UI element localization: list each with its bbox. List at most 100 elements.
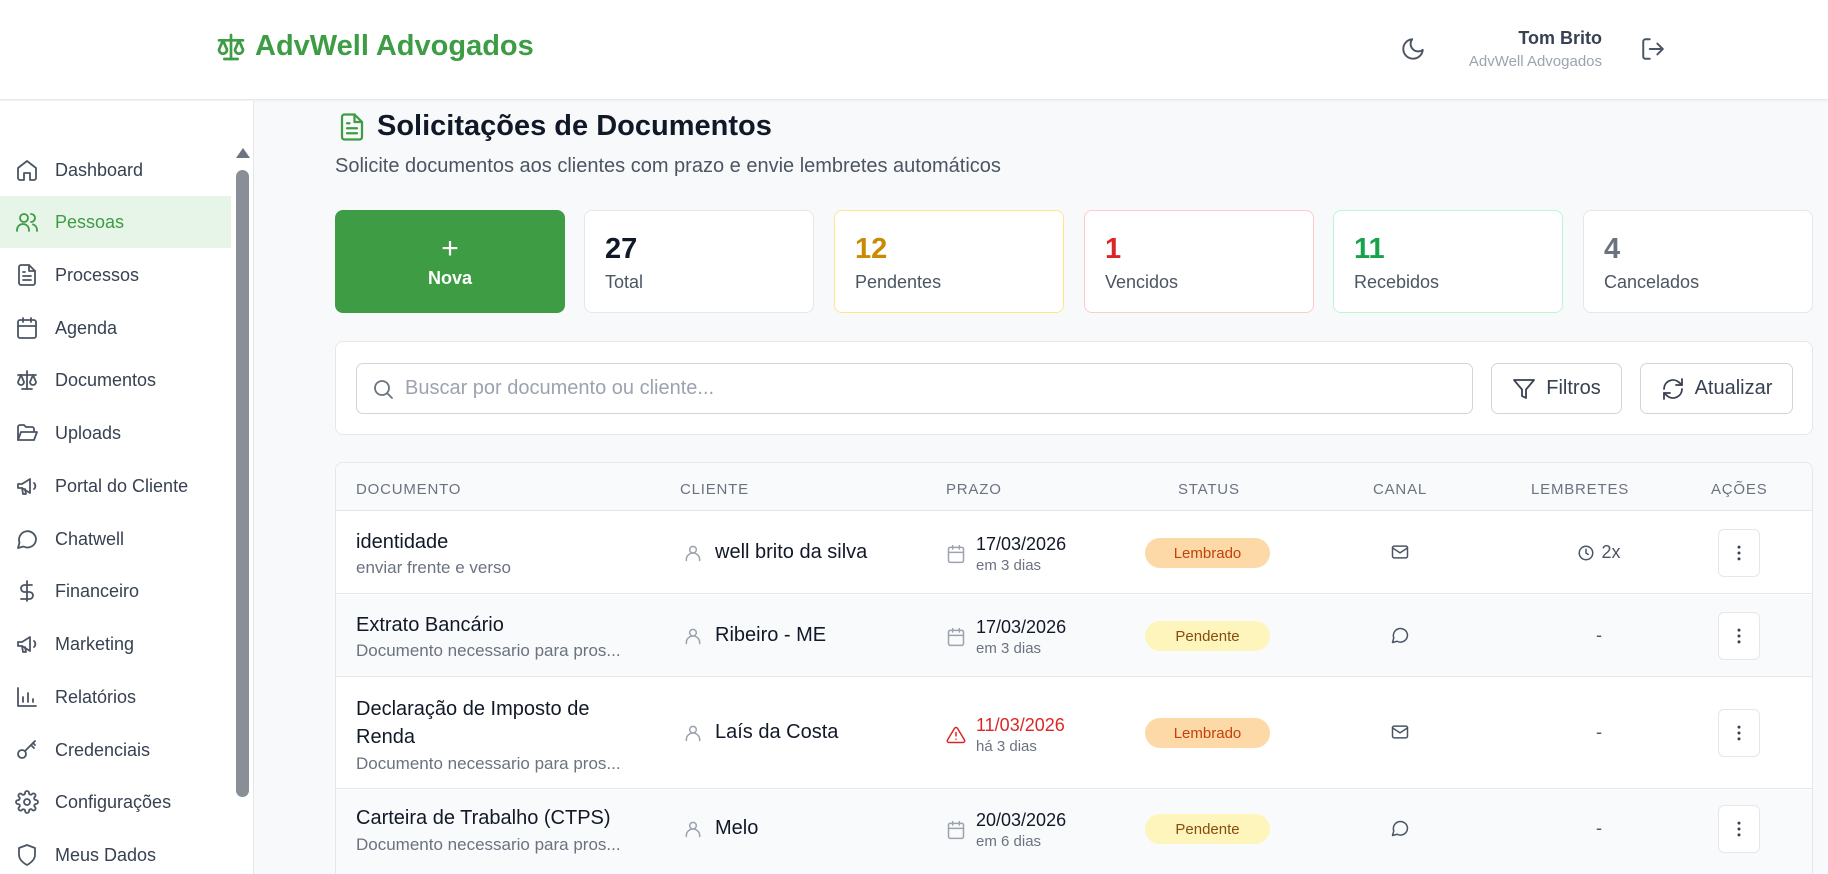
user-icon xyxy=(683,626,703,646)
user-info: Tom Brito AdvWell Advogados xyxy=(1469,28,1602,70)
calendar-icon xyxy=(946,627,966,647)
sidebar-item-agenda[interactable]: Agenda xyxy=(0,302,231,354)
sidebar-item-label: Marketing xyxy=(55,633,135,654)
stat-card-recebidos[interactable]: 11 Recebidos xyxy=(1333,210,1563,313)
sidebar-item-chatwell[interactable]: Chatwell xyxy=(0,513,231,565)
document-description: Documento necessario para pros... xyxy=(356,754,621,773)
deadline-date: 20/03/2026 xyxy=(976,810,1067,830)
sidebar-item-dashboard[interactable]: Dashboard xyxy=(0,144,231,196)
stat-value: 12 xyxy=(855,233,888,265)
stat-card-vencidos[interactable]: 1 Vencidos xyxy=(1084,210,1314,313)
page-title: Solicitações de Documentos xyxy=(377,110,772,142)
sidebar-item-credenciais[interactable]: Credenciais xyxy=(0,724,231,776)
stat-label: Cancelados xyxy=(1604,272,1700,292)
sidebar-item-uploads[interactable]: Uploads xyxy=(0,407,231,459)
brand-logo[interactable]: AdvWell Advogados xyxy=(215,30,534,63)
client-name: well brito da silva xyxy=(715,541,868,563)
column-header-canal: CANAL xyxy=(1373,481,1428,498)
search-icon xyxy=(371,377,395,401)
sidebar-item-label: Pessoas xyxy=(55,211,125,232)
reminders-count: - xyxy=(1596,818,1602,838)
deadline-date: 17/03/2026 xyxy=(976,617,1067,637)
requests-table: DOCUMENTO CLIENTE PRAZO STATUS CANAL LEM… xyxy=(335,462,1813,874)
deadline-date: 11/03/2026 xyxy=(976,715,1065,735)
sidebar-item-pessoas[interactable]: Pessoas xyxy=(0,196,231,248)
filters-label: Filtros xyxy=(1546,377,1601,399)
theme-toggle-button[interactable] xyxy=(1400,36,1428,64)
sidebar-item-configuracoes[interactable]: Configurações xyxy=(0,776,231,828)
plus-icon: + xyxy=(441,232,459,265)
row-actions-button[interactable] xyxy=(1718,612,1760,660)
table-row[interactable]: identidade enviar frente e verso well br… xyxy=(336,512,1812,594)
stat-value: 1 xyxy=(1105,233,1122,265)
logout-button[interactable] xyxy=(1640,36,1668,64)
scroll-up-arrow[interactable] xyxy=(236,148,250,158)
user-icon xyxy=(683,543,703,563)
stat-label: Recebidos xyxy=(1354,272,1440,292)
refresh-button[interactable]: Atualizar xyxy=(1640,363,1793,414)
row-actions-button[interactable] xyxy=(1718,709,1760,757)
column-header-cliente: CLIENTE xyxy=(680,481,749,498)
logout-icon xyxy=(1640,36,1668,62)
more-vertical-icon xyxy=(1729,819,1749,839)
row-actions-button[interactable] xyxy=(1718,529,1760,577)
sidebar-item-documentos[interactable]: Documentos xyxy=(0,354,231,406)
column-header-status: STATUS xyxy=(1178,481,1240,498)
message-circle-icon xyxy=(15,527,39,551)
megaphone-icon xyxy=(15,474,39,498)
gear-icon xyxy=(15,790,39,814)
client-cell: well brito da silva xyxy=(683,541,867,564)
sidebar-item-marketing[interactable]: Marketing xyxy=(0,618,231,670)
sidebar-item-relatorios[interactable]: Relatórios xyxy=(0,671,231,723)
table-row[interactable]: Carteira de Trabalho (CTPS) Documento ne… xyxy=(336,790,1812,874)
stat-value: 4 xyxy=(1604,233,1621,265)
filters-button[interactable]: Filtros xyxy=(1491,363,1622,414)
more-vertical-icon xyxy=(1729,723,1749,743)
stat-card-cancelados[interactable]: 4 Cancelados xyxy=(1583,210,1813,313)
new-request-button[interactable]: + Nova xyxy=(335,210,565,313)
document-title: Extrato Bancário xyxy=(356,614,504,636)
table-row[interactable]: Declaração de Imposto de Renda Documento… xyxy=(336,678,1812,789)
more-vertical-icon xyxy=(1729,626,1749,646)
deadline-relative: em 3 dias xyxy=(976,640,1042,657)
search-input[interactable] xyxy=(405,377,1405,400)
refresh-label: Atualizar xyxy=(1694,377,1773,399)
sidebar-item-financeiro[interactable]: Financeiro xyxy=(0,565,231,617)
deadline-relative: há 3 dias xyxy=(976,738,1037,755)
deadline-cell: 20/03/2026 em 6 dias xyxy=(946,810,1066,850)
stat-value: 27 xyxy=(605,233,638,265)
stat-card-pendentes[interactable]: 12 Pendentes xyxy=(834,210,1064,313)
message-circle-icon xyxy=(1390,818,1410,838)
sidebar-item-label: Meus Dados xyxy=(55,844,157,865)
sidebar-item-meus-dados[interactable]: Meus Dados xyxy=(0,829,231,874)
home-icon xyxy=(15,158,39,182)
column-header-documento: DOCUMENTO xyxy=(356,481,462,498)
sidebar-scrollbar[interactable] xyxy=(236,170,249,797)
mail-icon xyxy=(1390,722,1410,742)
dollar-icon xyxy=(15,579,39,603)
table-header: DOCUMENTO CLIENTE PRAZO STATUS CANAL LEM… xyxy=(336,463,1812,511)
stat-card-total[interactable]: 27 Total xyxy=(584,210,814,313)
table-row[interactable]: Extrato Bancário Documento necessario pa… xyxy=(336,595,1812,677)
status-badge: Pendente xyxy=(1145,814,1270,844)
shield-icon xyxy=(15,843,39,867)
sidebar-item-label: Uploads xyxy=(55,422,122,443)
sidebar-item-processos[interactable]: Processos xyxy=(0,249,231,301)
users-icon xyxy=(15,210,39,234)
document-description: Documento necessario para pros... xyxy=(356,641,621,660)
sidebar-item-label: Credenciais xyxy=(55,739,151,760)
filter-icon xyxy=(1512,377,1536,401)
status-badge: Pendente xyxy=(1145,621,1270,651)
reminders-cell: - xyxy=(1539,818,1659,839)
deadline-relative: em 6 dias xyxy=(976,833,1042,850)
column-header-acoes: AÇÕES xyxy=(1711,481,1768,498)
clock-icon xyxy=(1577,544,1595,562)
column-header-prazo: PRAZO xyxy=(946,481,1002,498)
row-actions-button[interactable] xyxy=(1718,805,1760,853)
calendar-icon xyxy=(946,544,966,564)
alert-triangle-icon xyxy=(946,725,966,745)
sidebar-item-portal-do-cliente[interactable]: Portal do Cliente xyxy=(0,460,231,512)
stat-value: 11 xyxy=(1354,233,1385,265)
page-subtitle: Solicite documentos aos clientes com pra… xyxy=(335,155,1001,177)
client-cell: Laís da Costa xyxy=(683,721,838,744)
